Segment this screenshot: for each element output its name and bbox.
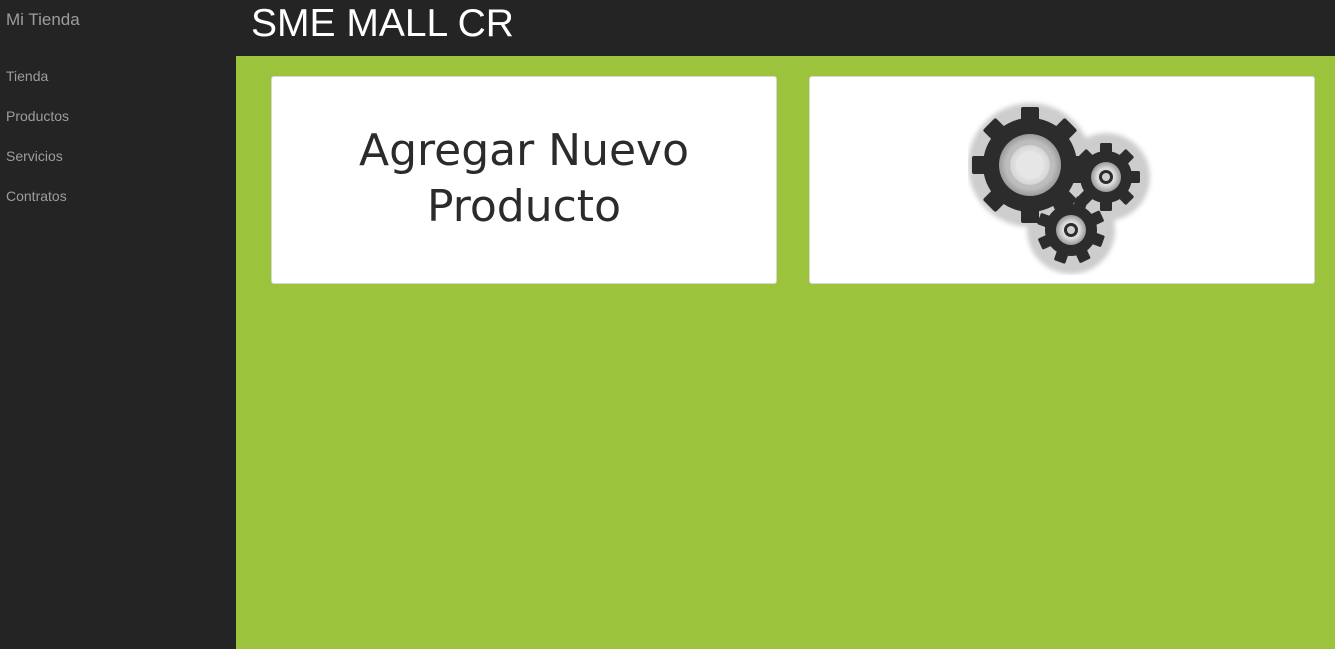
- add-product-label-line2: Producto: [427, 181, 621, 232]
- sidebar-item-productos[interactable]: Productos: [0, 96, 236, 136]
- sidebar-item-contratos[interactable]: Contratos: [0, 176, 236, 216]
- brand-link[interactable]: Mi Tienda: [6, 10, 80, 30]
- main-content: Agregar Nuevo Producto: [236, 56, 1335, 649]
- add-product-label: Agregar Nuevo Producto: [272, 123, 776, 235]
- page-title: SME MALL CR: [251, 2, 514, 45]
- sidebar-item-servicios[interactable]: Servicios: [0, 136, 236, 176]
- sidebar: Mi Tienda Tienda Productos Servicios Con…: [0, 0, 236, 649]
- add-product-label-line1: Agregar Nuevo: [358, 125, 690, 176]
- top-bar: SME MALL CR: [236, 0, 1335, 56]
- gears-icon: [968, 103, 1150, 274]
- add-product-card[interactable]: Agregar Nuevo Producto: [271, 76, 777, 284]
- settings-card[interactable]: [809, 76, 1315, 284]
- sidebar-nav: Tienda Productos Servicios Contratos: [0, 56, 236, 216]
- sidebar-item-tienda[interactable]: Tienda: [0, 56, 236, 96]
